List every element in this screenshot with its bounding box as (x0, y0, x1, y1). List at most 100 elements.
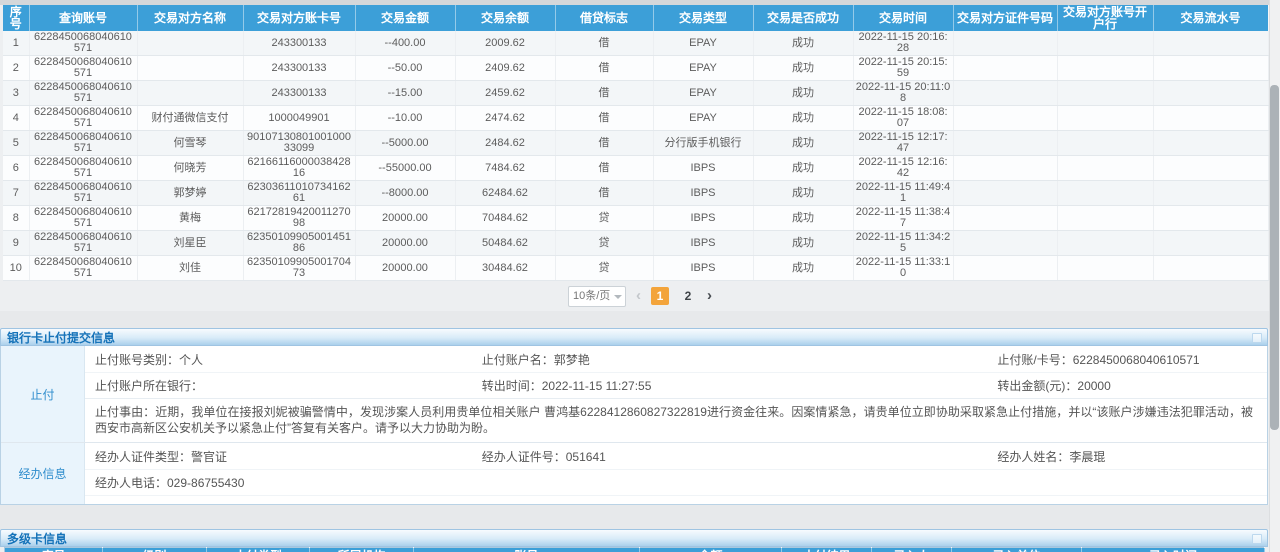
table-cell: 6228450068040610571 (29, 31, 137, 56)
table-row[interactable]: 96228450068040610571刘星臣62350109905001451… (3, 231, 1268, 256)
column-header: 交易金额 (355, 5, 455, 31)
table-cell (1153, 31, 1268, 56)
transfer-out-time: 转出时间：2022-11-15 11:27:55 (482, 377, 998, 394)
table-cell: 2022-11-15 11:34:25 (853, 231, 953, 256)
table-row[interactable]: 16228450068040610571243300133--400.00200… (3, 31, 1268, 56)
table-cell: 成功 (753, 231, 853, 256)
agent-name: 经办人姓名：李晨琨 (997, 448, 1267, 465)
panel-tail (85, 495, 1267, 504)
page-size-select[interactable]: 10条/页 (568, 286, 626, 307)
table-cell: 郭梦婷 (137, 181, 243, 206)
collapse-icon[interactable] (1252, 333, 1262, 343)
column-header: 余额 (640, 548, 782, 552)
table-cell: 30484.62 (455, 256, 555, 281)
page-button-2[interactable]: 2 (679, 287, 697, 305)
next-page-button[interactable]: › (707, 287, 712, 305)
group-label: 经办信息 (1, 443, 85, 504)
stop-payment-group: 止付 止付账号类别：个人 止付账户名：郭梦艳 止付账/卡号：6228450068… (1, 346, 1267, 442)
section-gap (0, 505, 1280, 529)
page-button-1[interactable]: 1 (651, 287, 669, 305)
stop-payment-section-header: 银行卡止付提交信息 (0, 328, 1268, 346)
table-cell (953, 31, 1057, 56)
scrollbar-thumb[interactable] (1270, 85, 1279, 430)
table-cell: 6217281942001127098 (243, 206, 355, 231)
table-cell (1153, 181, 1268, 206)
table-cell: 6228450068040610571 (29, 106, 137, 131)
table-cell (953, 231, 1057, 256)
table-cell: 刘星臣 (137, 231, 243, 256)
table-cell (137, 31, 243, 56)
column-header: 交易时间 (853, 5, 953, 31)
table-cell: 2022-11-15 11:38:47 (853, 206, 953, 231)
table-cell (1153, 206, 1268, 231)
table-cell: 成功 (753, 206, 853, 231)
field-row: 止付账户所在银行： 转出时间：2022-11-15 11:27:55 转出金额(… (85, 372, 1267, 398)
section-title: 银行卡止付提交信息 (7, 329, 115, 346)
stop-account-type: 止付账号类别：个人 (95, 351, 482, 368)
table-cell: 成功 (753, 31, 853, 56)
agent-info-group: 经办信息 经办人证件类型：警官证 经办人证件号：051641 经办人姓名：李晨琨… (1, 442, 1267, 504)
table-cell: 7 (3, 181, 29, 206)
table-cell: 6228450068040610571 (29, 81, 137, 106)
table-cell (953, 106, 1057, 131)
table-cell: 贷 (555, 231, 653, 256)
table-cell (1057, 31, 1153, 56)
table-cell: 6228450068040610571 (29, 156, 137, 181)
collapse-icon[interactable] (1252, 534, 1262, 544)
pagination-bar: 10条/页 ‹ 12 › (0, 281, 1280, 311)
table-cell: 62484.62 (455, 181, 555, 206)
group-label: 止付 (1, 346, 85, 442)
table-cell: 2459.62 (455, 81, 555, 106)
column-header: 交易对方名称 (137, 5, 243, 31)
table-cell: 成功 (753, 181, 853, 206)
table-cell: 9010713080100100033099 (243, 131, 355, 156)
table-row[interactable]: 106228450068040610571刘佳62350109905001704… (3, 256, 1268, 281)
table-cell: 借 (555, 81, 653, 106)
table-cell: 2022-11-15 11:33:10 (853, 256, 953, 281)
table-row[interactable]: 46228450068040610571财付通微信支付1000049901--1… (3, 106, 1268, 131)
table-cell: 成功 (753, 106, 853, 131)
table-cell: 借 (555, 56, 653, 81)
table-row[interactable]: 26228450068040610571243300133--50.002409… (3, 56, 1268, 81)
column-header: 止付类型 (207, 548, 310, 552)
column-header: 录入单位 (952, 548, 1082, 552)
chevron-down-icon (614, 295, 622, 299)
stop-payment-reason: 止付事由：近期，我单位在接报刘妮被骗警情中，发现涉案人员利用贵单位相关账户 曹鸿… (85, 398, 1267, 442)
table-row[interactable]: 66228450068040610571何晓芳62166116000038428… (3, 156, 1268, 181)
table-cell: 成功 (753, 256, 853, 281)
table-cell (1057, 256, 1153, 281)
table-cell: 4 (3, 106, 29, 131)
table-cell: 10 (3, 256, 29, 281)
table-cell: 何晓芳 (137, 156, 243, 181)
table-cell: 刘佳 (137, 256, 243, 281)
table-cell: EPAY (653, 56, 753, 81)
table-cell (1057, 206, 1153, 231)
table-row[interactable]: 36228450068040610571243300133--15.002459… (3, 81, 1268, 106)
agent-cert-number: 经办人证件号：051641 (482, 448, 998, 465)
table-cell (953, 81, 1057, 106)
table-cell: 贷 (555, 206, 653, 231)
vertical-scrollbar[interactable] (1269, 0, 1280, 552)
stop-account-name: 止付账户名：郭梦艳 (482, 351, 998, 368)
table-cell (1057, 131, 1153, 156)
table-row[interactable]: 86228450068040610571黄梅621728194200112709… (3, 206, 1268, 231)
table-cell: 分行版手机银行 (653, 131, 753, 156)
column-header: 查询账号 (29, 5, 137, 31)
table-cell (1153, 231, 1268, 256)
table-cell: 2022-11-15 20:15:59 (853, 56, 953, 81)
table-cell: 2022-11-15 20:16:28 (853, 31, 953, 56)
table-row[interactable]: 76228450068040610571郭梦婷62303611010734162… (3, 181, 1268, 206)
table-cell: 财付通微信支付 (137, 106, 243, 131)
table-row[interactable]: 56228450068040610571何雪琴90107130801001000… (3, 131, 1268, 156)
prev-page-button[interactable]: ‹ (636, 287, 641, 305)
table-cell: 20000.00 (355, 231, 455, 256)
table-cell: 6228450068040610571 (29, 231, 137, 256)
table-cell (137, 81, 243, 106)
column-header: 止付结果 (782, 548, 872, 552)
table-cell: --55000.00 (355, 156, 455, 181)
table-cell: 6228450068040610571 (29, 206, 137, 231)
table-cell: 2022-11-15 18:08:07 (853, 106, 953, 131)
table-cell: 成功 (753, 81, 853, 106)
table-cell: IBPS (653, 231, 753, 256)
table-cell: IBPS (653, 181, 753, 206)
